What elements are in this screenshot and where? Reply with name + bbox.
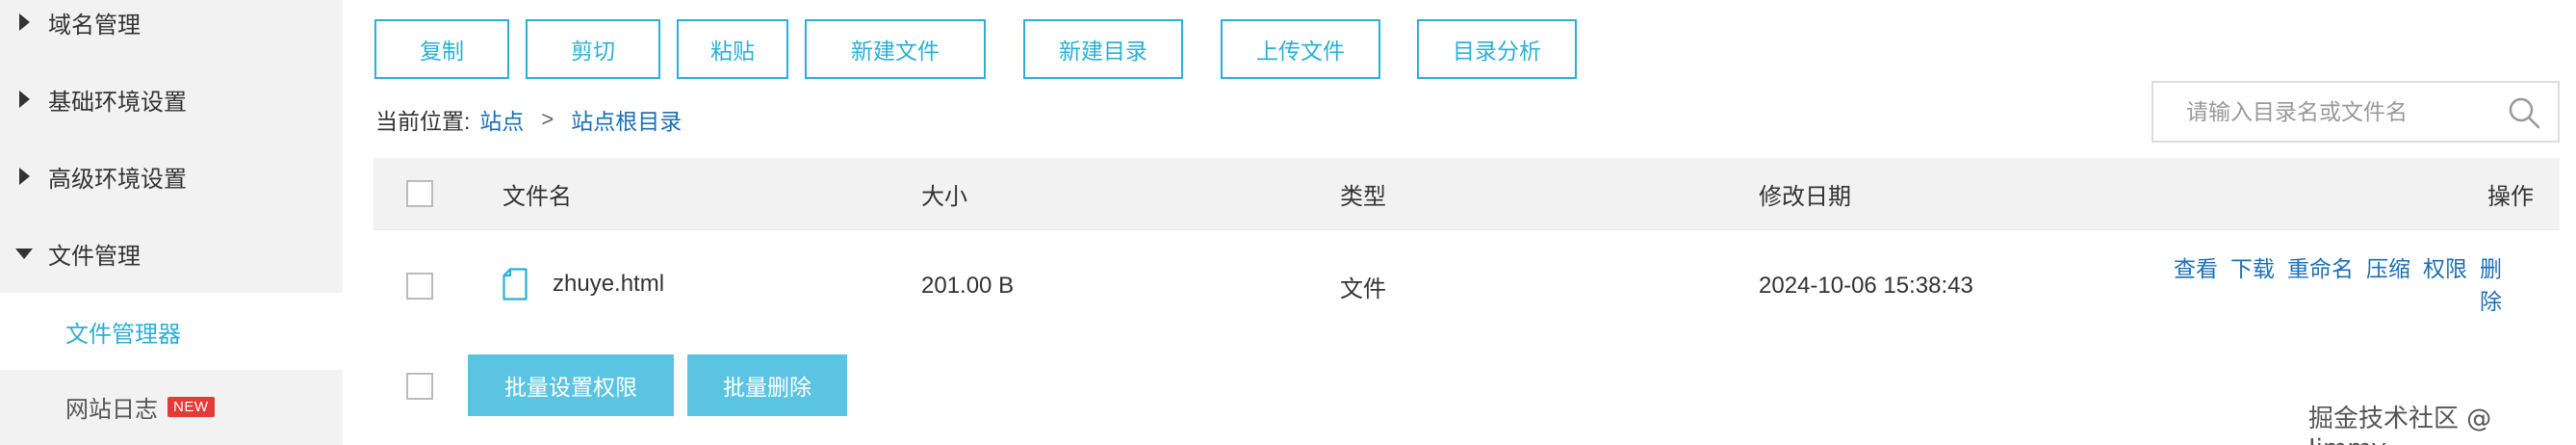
table-header: 文件名 大小 类型 修改日期 操作	[374, 158, 2560, 229]
row-actions: 查看 下载 重命名 压缩 权限 删除	[2174, 252, 2539, 318]
search-input[interactable]	[2153, 83, 2500, 141]
watermark: 掘金技术社区 @ Jimmy	[2308, 405, 2492, 445]
breadcrumb-site-link[interactable]: 站点	[479, 103, 524, 136]
column-header-actions: 操作	[2487, 183, 2534, 210]
header-divider	[374, 229, 2560, 230]
column-header-modified[interactable]: 修改日期	[1759, 158, 1851, 229]
batch-select-checkbox[interactable]	[406, 373, 433, 400]
permissions-action[interactable]: 权限	[2423, 256, 2467, 281]
file-size: 201.00 B	[921, 273, 1015, 299]
column-header-name[interactable]: 文件名	[502, 158, 572, 229]
sidebar-item-basic-env[interactable]: 基础环境设置	[0, 61, 343, 138]
directory-analysis-button[interactable]: 目录分析	[1417, 19, 1577, 79]
cut-button[interactable]: 剪切	[526, 19, 660, 79]
file-type: 文件	[1340, 275, 1386, 302]
file-modified-date: 2024-10-06 15:38:43	[1759, 273, 1973, 299]
new-file-button[interactable]: 新建文件	[805, 19, 986, 79]
sidebar-subitem-site-logs[interactable]: 网站日志 NEW	[0, 368, 343, 445]
sidebar-item-label: 高级环境设置	[48, 166, 187, 193]
download-action[interactable]: 下载	[2230, 256, 2275, 281]
batch-set-permissions-button[interactable]: 批量设置权限	[468, 354, 674, 416]
sidebar-subitem-file-manager[interactable]: 文件管理器	[0, 293, 343, 370]
search-icon[interactable]	[2508, 96, 2540, 129]
select-all-checkbox[interactable]	[406, 180, 433, 207]
breadcrumb-prefix: 当前位置:	[375, 109, 471, 134]
caret-right-icon	[0, 168, 48, 185]
breadcrumb: 当前位置: 站点 > 站点根目录	[375, 102, 682, 137]
new-directory-button[interactable]: 新建目录	[1023, 19, 1183, 79]
breadcrumb-root-link[interactable]: 站点根目录	[571, 103, 682, 136]
sidebar-item-label: 文件管理	[48, 243, 141, 270]
upload-file-button[interactable]: 上传文件	[1221, 19, 1380, 79]
delete-action[interactable]: 删除	[2480, 252, 2505, 318]
sidebar-item-domain[interactable]: 域名管理	[0, 0, 343, 61]
caret-right-icon	[0, 91, 48, 108]
view-action[interactable]: 查看	[2174, 256, 2218, 281]
sidebar-subitem-label: 文件管理器	[65, 321, 181, 348]
copy-button[interactable]: 复制	[374, 19, 509, 79]
batch-delete-button[interactable]: 批量删除	[687, 354, 847, 416]
rename-action[interactable]: 重命名	[2287, 256, 2354, 281]
sidebar-item-file-management[interactable]: 文件管理	[0, 215, 343, 292]
file-icon	[502, 268, 528, 301]
column-header-type[interactable]: 类型	[1340, 158, 1386, 229]
sidebar: 域名管理 基础环境设置 高级环境设置 文件管理 文件管理器 网站日志 NEW	[0, 0, 343, 445]
breadcrumb-separator: >	[541, 107, 554, 131]
sidebar-item-label: 域名管理	[48, 12, 141, 39]
sidebar-subitem-label: 网站日志	[65, 396, 158, 423]
file-name[interactable]: zhuye.html	[553, 268, 664, 301]
compress-action[interactable]: 压缩	[2366, 256, 2410, 281]
sidebar-item-label: 基础环境设置	[48, 89, 187, 116]
new-badge: NEW	[167, 396, 215, 417]
search-box	[2151, 81, 2560, 143]
caret-right-icon	[0, 13, 48, 31]
column-header-size[interactable]: 大小	[921, 158, 967, 229]
paste-button[interactable]: 粘贴	[677, 19, 788, 79]
caret-down-icon	[0, 248, 48, 259]
row-checkbox[interactable]	[406, 273, 433, 300]
sidebar-item-advanced-env[interactable]: 高级环境设置	[0, 138, 343, 215]
